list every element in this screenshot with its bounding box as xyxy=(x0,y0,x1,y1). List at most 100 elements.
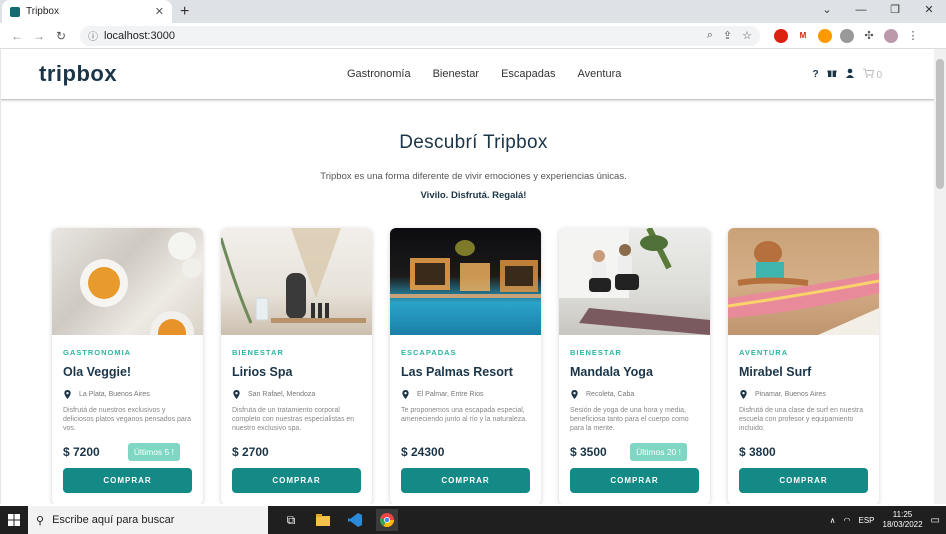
reload-icon[interactable]: ↻ xyxy=(50,29,72,43)
card-price: $ 3800 xyxy=(739,445,776,459)
tripbox-favicon-icon xyxy=(10,6,20,17)
card-location: Recoleta, Caba xyxy=(570,390,710,399)
taskbar-search-placeholder: Escribe aquí para buscar xyxy=(52,514,175,526)
experience-cards: GASTRONOMIA Ola Veggie! La Plata, Buenos… xyxy=(1,228,946,504)
tripbox-logo[interactable]: tripbox xyxy=(39,61,347,87)
nav-aventura[interactable]: Aventura xyxy=(578,68,622,80)
card-location: Pinamar, Buenos Aires xyxy=(739,390,879,399)
windows-taskbar: ⚲ Escribe aquí para buscar ⧉ ∧ ◠ ESP 11:… xyxy=(0,506,946,534)
card-image-resort xyxy=(390,228,541,335)
taskbar-apps: ⧉ xyxy=(280,509,398,531)
abp-extension-icon[interactable] xyxy=(840,28,854,43)
card-title: Lirios Spa xyxy=(232,365,293,379)
experience-card[interactable]: GASTRONOMIA Ola Veggie! La Plata, Buenos… xyxy=(52,228,203,504)
location-pin-icon xyxy=(64,390,71,399)
card-price-row: $ 24300 xyxy=(401,442,530,462)
help-icon[interactable]: ? xyxy=(813,69,819,80)
card-location: La Plata, Buenos Aires xyxy=(63,390,203,399)
window-controls: ⌄ — ❐ ✕ xyxy=(810,0,946,20)
tab-search-icon[interactable]: ⌄ xyxy=(810,0,844,20)
card-title: Las Palmas Resort xyxy=(401,365,513,379)
card-category: ESCAPADAS xyxy=(401,348,457,357)
close-window-button[interactable]: ✕ xyxy=(912,0,946,20)
rss-extension-icon[interactable] xyxy=(818,28,832,43)
clock-date: 18/03/2022 xyxy=(882,520,923,529)
browser-tabbar: Tripbox ✕ + ⌄ — ❐ ✕ xyxy=(0,0,946,23)
experience-card[interactable]: ESCAPADAS Las Palmas Resort El Palmar, E… xyxy=(390,228,541,504)
cart-icon[interactable]: 0 xyxy=(862,68,882,81)
nav-bienestar[interactable]: Bienestar xyxy=(433,68,479,80)
card-description: Disfrutá de una clase de surf en nuestra… xyxy=(739,407,864,432)
url-bar[interactable]: ⓘ localhost:3000 ⌕ ⇪ ☆ xyxy=(80,25,760,46)
maximize-button[interactable]: ❐ xyxy=(878,0,912,20)
page-scrollbar[interactable] xyxy=(934,49,946,504)
scrollbar-thumb[interactable] xyxy=(936,59,944,189)
chrome-icon[interactable] xyxy=(376,509,398,531)
windows-start-icon[interactable] xyxy=(0,506,28,534)
comprar-button[interactable]: COMPRAR xyxy=(570,468,699,493)
card-price: $ 3500 xyxy=(570,445,607,459)
share-icon[interactable]: ⇪ xyxy=(723,29,732,42)
forward-icon[interactable]: → xyxy=(28,29,50,43)
hero-section: Descubrí Tripbox Tripbox es una forma di… xyxy=(1,100,946,201)
user-icon[interactable] xyxy=(845,68,855,81)
bookmark-star-icon[interactable]: ☆ xyxy=(742,29,752,42)
comprar-button[interactable]: COMPRAR xyxy=(232,468,361,493)
taskbar-search-input[interactable]: ⚲ Escribe aquí para buscar xyxy=(28,506,268,534)
minimize-button[interactable]: — xyxy=(844,0,878,20)
close-tab-icon[interactable]: ✕ xyxy=(155,5,164,18)
card-price-row: $ 3800 xyxy=(739,442,868,462)
opera-extension-icon[interactable] xyxy=(774,28,788,43)
site-info-icon[interactable]: ⓘ xyxy=(88,28,98,43)
wifi-icon[interactable]: ◠ xyxy=(844,516,851,525)
card-description: Disfruta de un tratamiento corporal comp… xyxy=(232,407,355,432)
experience-card[interactable]: BIENESTAR Mandala Yoga Recoleta, Caba Se… xyxy=(559,228,710,504)
card-price: $ 24300 xyxy=(401,445,445,459)
card-price: $ 7200 xyxy=(63,445,100,459)
gift-icon[interactable] xyxy=(827,68,837,81)
browser-menu-icon[interactable]: ⋮ xyxy=(906,29,920,43)
location-pin-icon xyxy=(571,390,578,399)
taskbar-clock[interactable]: 11:25 18/03/2022 xyxy=(883,510,923,530)
card-location-text: Pinamar, Buenos Aires xyxy=(755,391,826,398)
profile-avatar-icon[interactable] xyxy=(884,28,898,43)
system-tray: ∧ ◠ ESP 11:25 18/03/2022 ▭ xyxy=(830,510,946,530)
zoom-icon[interactable]: ⌕ xyxy=(707,29,713,42)
card-image-food xyxy=(52,228,203,335)
notifications-icon[interactable]: ▭ xyxy=(931,515,940,526)
tray-chevron-up-icon[interactable]: ∧ xyxy=(830,516,836,525)
new-tab-button[interactable]: + xyxy=(180,0,189,23)
experience-card[interactable]: AVENTURA Mirabel Surf Pinamar, Buenos Ai… xyxy=(728,228,879,504)
language-indicator[interactable]: ESP xyxy=(858,516,874,525)
site-header: tripbox Gastronomía Bienestar Escapadas … xyxy=(1,49,946,100)
comprar-button[interactable]: COMPRAR xyxy=(63,468,192,493)
card-price-row: $ 7200 Últimos 5 ! xyxy=(63,442,192,462)
nav-gastronomia[interactable]: Gastronomía xyxy=(347,68,411,80)
vscode-icon[interactable] xyxy=(344,509,366,531)
card-image-surf xyxy=(728,228,879,335)
nav-escapadas[interactable]: Escapadas xyxy=(501,68,555,80)
card-location-text: Recoleta, Caba xyxy=(586,391,635,398)
main-nav: Gastronomía Bienestar Escapadas Aventura xyxy=(347,68,621,80)
experience-card[interactable]: BIENESTAR Lirios Spa San Rafael, Mendoza… xyxy=(221,228,372,504)
address-toolbar: ← → ↻ ⓘ localhost:3000 ⌕ ⇪ ☆ M ✣ ⋮ xyxy=(0,23,946,49)
file-explorer-icon[interactable] xyxy=(312,509,334,531)
location-pin-icon xyxy=(740,390,747,399)
browser-tab[interactable]: Tripbox ✕ xyxy=(2,0,172,23)
search-icon: ⚲ xyxy=(36,514,45,527)
task-view-icon[interactable]: ⧉ xyxy=(280,509,302,531)
card-location-text: La Plata, Buenos Aires xyxy=(79,391,150,398)
card-location: El Palmar, Entre Rios xyxy=(401,390,541,399)
card-category: BIENESTAR xyxy=(232,348,284,357)
comprar-button[interactable]: COMPRAR xyxy=(739,468,868,493)
card-title: Ola Veggie! xyxy=(63,365,132,379)
card-description: Disfrutá de nuestros exclusivos y delici… xyxy=(63,407,192,432)
puzzle-extensions-icon[interactable]: ✣ xyxy=(862,29,876,43)
cart-count: 0 xyxy=(876,69,882,81)
gmail-extension-icon[interactable]: M xyxy=(796,28,810,43)
back-icon[interactable]: ← xyxy=(6,29,28,43)
comprar-button[interactable]: COMPRAR xyxy=(401,468,530,493)
url-text: localhost:3000 xyxy=(104,29,175,42)
location-pin-icon xyxy=(233,390,240,399)
clock-time: 11:25 xyxy=(892,510,913,519)
